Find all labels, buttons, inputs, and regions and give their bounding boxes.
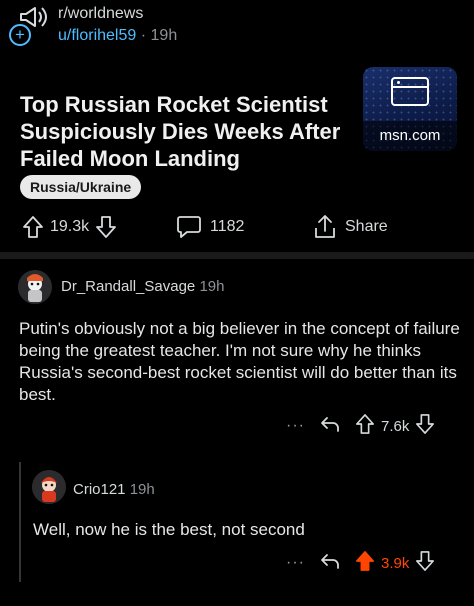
comment-vote-count: 7.6k — [380, 417, 410, 435]
post-vote-bar: 19.3k — [22, 213, 117, 241]
share-label: Share — [345, 218, 388, 235]
post-meta: u/florihel59 · 19h — [58, 27, 177, 45]
post-age: 19h — [150, 27, 178, 44]
post-author[interactable]: u/florihel59 — [58, 27, 136, 44]
comment-author-line: Crio121 19h — [73, 481, 155, 498]
post-title[interactable]: Top Russian Rocket Scientist Suspiciousl… — [20, 91, 350, 172]
comment-age: 19h — [129, 481, 155, 498]
link-domain: msn.com — [363, 121, 457, 151]
subreddit-name[interactable]: r/worldnews — [58, 5, 143, 23]
avatar[interactable] — [32, 470, 66, 504]
post-flair[interactable]: Russia/Ukraine — [20, 175, 142, 199]
downvote-icon[interactable] — [95, 215, 117, 239]
comment-body: Well, now he is the best, not second — [33, 520, 305, 539]
downvote-icon[interactable] — [415, 413, 435, 439]
comment-vote-bar: 3.9k — [355, 550, 435, 576]
avatar[interactable] — [18, 270, 52, 304]
comment-count: 1182 — [210, 218, 245, 235]
comment-vote-bar: 7.6k — [355, 413, 435, 439]
share-icon — [313, 214, 337, 240]
comment-actions: ··· 3.9k — [286, 551, 435, 575]
comment-author-line: Dr_Randall_Savage 19h — [61, 278, 224, 295]
section-divider — [0, 252, 474, 259]
more-options-button[interactable]: ··· — [286, 417, 305, 435]
join-button[interactable]: + — [9, 24, 31, 46]
post-vote-count: 19.3k — [50, 218, 90, 235]
comment-vote-count: 3.9k — [380, 554, 410, 572]
comment-author[interactable]: Crio121 — [73, 481, 126, 498]
reply-icon[interactable] — [319, 552, 341, 574]
comment-author[interactable]: Dr_Randall_Savage — [61, 278, 195, 295]
comment-age: 19h — [199, 278, 225, 295]
comments-button[interactable]: 1182 — [176, 213, 244, 241]
downvote-icon[interactable] — [415, 550, 435, 576]
link-thumbnail[interactable]: msn.com — [363, 67, 457, 151]
comment-body: Putin's obviously not a big believer in … — [19, 319, 460, 404]
reply-icon[interactable] — [319, 415, 341, 437]
meta-separator: · — [140, 27, 147, 44]
thread-line[interactable] — [19, 462, 21, 582]
browser-window-icon — [391, 77, 429, 106]
comment-actions: ··· 7.6k — [286, 414, 435, 438]
upvote-icon-active[interactable] — [355, 550, 375, 576]
upvote-icon[interactable] — [355, 413, 375, 439]
more-options-button[interactable]: ··· — [286, 554, 305, 572]
share-button[interactable]: Share — [313, 213, 388, 241]
upvote-icon[interactable] — [22, 215, 44, 239]
comment-bubble-icon — [176, 215, 202, 239]
